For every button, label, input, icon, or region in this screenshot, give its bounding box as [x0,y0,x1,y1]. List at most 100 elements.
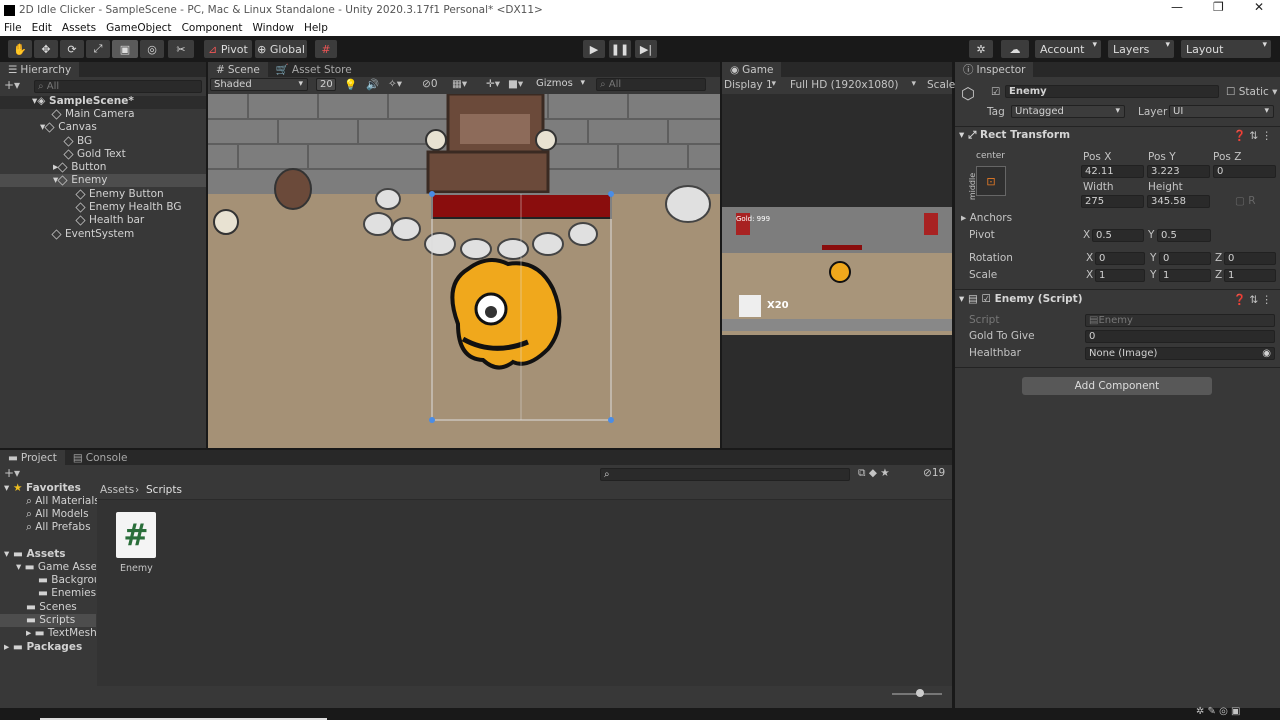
resolution-dropdown[interactable]: Full HD (1920x1080) [790,79,920,91]
folder-scripts[interactable]: ▬ Scripts [26,614,75,626]
folder-textmesh-pro[interactable]: ▸ ▬ TextMesh P [26,627,96,639]
width-field[interactable]: 275 [1081,195,1144,208]
tree-item-health-bar[interactable]: Health bar [75,214,144,226]
menu-edit[interactable]: Edit [32,22,52,34]
scale-tool-icon[interactable]: ⤢ [86,40,110,58]
enemy-script-header[interactable]: ▾ ▤ ☑ Enemy (Script) [959,293,1083,305]
pivot-y-field[interactable]: 0.5 [1157,229,1211,242]
tools-icon[interactable]: ✛▾ [486,78,500,90]
scene-search-input[interactable]: ⌕ All [596,78,706,91]
close-icon[interactable]: ✕ [1254,0,1264,14]
menu-gameobject[interactable]: GameObject [106,22,171,34]
enemy-sprite[interactable] [450,258,562,370]
zoom-slider-thumb[interactable] [916,689,924,697]
tag-dropdown[interactable]: Untagged [1011,105,1125,118]
project-search-input[interactable]: ⌕ [600,468,850,481]
favorites-foldout[interactable]: ▾ ★ Favorites [4,482,81,494]
tree-item-enemy-health-bg[interactable]: Enemy Health BG [75,201,182,213]
pivot-toggle[interactable]: ⊿ Pivot [204,40,252,58]
rect-transform-header[interactable]: ▾ ⤢ Rect Transform [959,129,1070,142]
scene-viewport[interactable] [208,94,720,448]
folder-scenes[interactable]: ▬ Scenes [26,601,77,613]
maximize-icon[interactable]: ❐ [1213,0,1224,14]
csharp-script-icon[interactable]: # [116,512,156,558]
step-button[interactable]: ▶| [635,40,657,58]
move-tool-icon[interactable]: ✥ [34,40,58,58]
posy-field[interactable]: 3.223 [1147,165,1210,178]
layout-dropdown[interactable]: Layout [1181,40,1271,58]
custom-tool-icon[interactable]: ✂ [168,40,194,58]
tree-item-enemy-button[interactable]: Enemy Button [75,188,164,200]
object-picker-icon[interactable]: ◉ [1262,348,1271,359]
tab-inspector[interactable]: ⓘ Inspector [955,62,1034,77]
active-checkbox[interactable]: ☑ [991,86,1000,98]
account-dropdown[interactable]: Account [1035,40,1101,58]
menu-window[interactable]: Window [253,22,294,34]
scale-x-field[interactable]: 1 [1095,269,1145,282]
hierarchy-search-input[interactable]: ⌕ All [34,80,202,93]
gold-to-give-field[interactable]: 0 [1085,330,1275,343]
global-toggle[interactable]: ⊕ Global [255,40,307,58]
tree-item-samplescene[interactable]: ▾◈ SampleScene* [32,95,134,107]
shading-dropdown[interactable]: Shaded [210,78,308,91]
breadcrumb-scripts[interactable]: Scripts [146,484,182,496]
add-component-button[interactable]: Add Component [1022,377,1212,395]
tree-item-eventsystem[interactable]: EventSystem [51,228,134,240]
play-button[interactable]: ▶ [583,40,605,58]
grid-snap-icon[interactable]: # [315,40,337,58]
tree-item-gold-text[interactable]: Gold Text [63,148,126,160]
add-icon[interactable]: +▾ [4,78,20,92]
gizmos-dropdown[interactable]: Gizmos [533,78,589,91]
static-toggle[interactable]: ☐ Static ▾ [1226,86,1277,98]
effects-icon[interactable]: ✧▾ [388,78,402,90]
mode-2d-toggle[interactable]: 20 [316,78,336,91]
layer-dropdown[interactable]: UI [1169,105,1274,118]
minimize-icon[interactable]: — [1171,0,1183,14]
height-field[interactable]: 345.58 [1147,195,1210,208]
display-dropdown[interactable]: Display 1 [724,79,780,91]
anchors-foldout[interactable]: ▸ Anchors [961,212,1012,224]
tab-scene[interactable]: # Scene [208,62,268,77]
game-viewport[interactable] [722,207,952,335]
audio-icon[interactable]: 🔊 [366,78,379,91]
assets-foldout[interactable]: ▾ ▬ Assets [4,548,66,560]
rect-tool-icon[interactable]: ▣ [112,40,138,58]
packages-foldout[interactable]: ▸ ▬ Packages [4,641,82,653]
hand-tool-icon[interactable]: ✋ [8,40,32,58]
asset-file-label[interactable]: Enemy [120,563,153,574]
grid-icon[interactable]: ▦▾ [452,78,467,90]
tree-item-main-camera[interactable]: Main Camera [51,108,135,120]
fav-all-prefabs[interactable]: ⌕ All Prefabs [26,521,91,534]
create-icon[interactable]: +▾ [4,466,20,480]
hidden-objects-icon[interactable]: ⊘0 [422,78,438,90]
menu-file[interactable]: File [4,22,22,34]
blueprint-icon[interactable]: ▢ R [1235,195,1256,207]
rot-z-field[interactable]: 0 [1224,252,1276,265]
filter-icons[interactable]: ⧉ ◆ ★ [858,467,890,480]
tab-asset-store[interactable]: 🛒 Asset Store [267,62,360,77]
collab-icon[interactable]: ✲ [969,40,993,58]
tree-item-canvas[interactable]: ▾ Canvas [40,121,97,133]
layers-dropdown[interactable]: Layers [1108,40,1174,58]
menu-assets[interactable]: Assets [62,22,96,34]
rot-y-field[interactable]: 0 [1159,252,1211,265]
hidden-packages-icon[interactable]: ⊘19 [923,467,945,479]
breadcrumb-assets[interactable]: Assets [100,484,134,496]
tab-console[interactable]: ▤ Console [64,450,136,465]
tab-game[interactable]: ◉ Game [722,62,782,77]
script-help-icon[interactable]: ❓ ⇅ ⋮ [1233,293,1272,306]
pivot-x-field[interactable]: 0.5 [1092,229,1144,242]
anchor-preset-button[interactable]: ⊡ [976,166,1006,196]
folder-enemies[interactable]: ▬ Enemies [38,587,96,599]
folder-game-assets[interactable]: ▾ ▬ Game Assets [16,561,96,573]
posx-field[interactable]: 42.11 [1081,165,1144,178]
cloud-icon[interactable]: ☁ [1001,40,1029,58]
fav-all-models[interactable]: ⌕ All Models [26,508,89,521]
folder-backgrounds[interactable]: ▬ Backgrou [38,574,96,586]
tree-item-button[interactable]: ▸ Button [53,161,106,173]
rotate-tool-icon[interactable]: ⟳ [60,40,84,58]
camera-icon[interactable]: ■▾ [508,78,523,90]
tab-project[interactable]: ▬ Project [0,450,65,465]
posz-field[interactable]: 0 [1213,165,1276,178]
tree-item-bg[interactable]: BG [63,135,92,147]
